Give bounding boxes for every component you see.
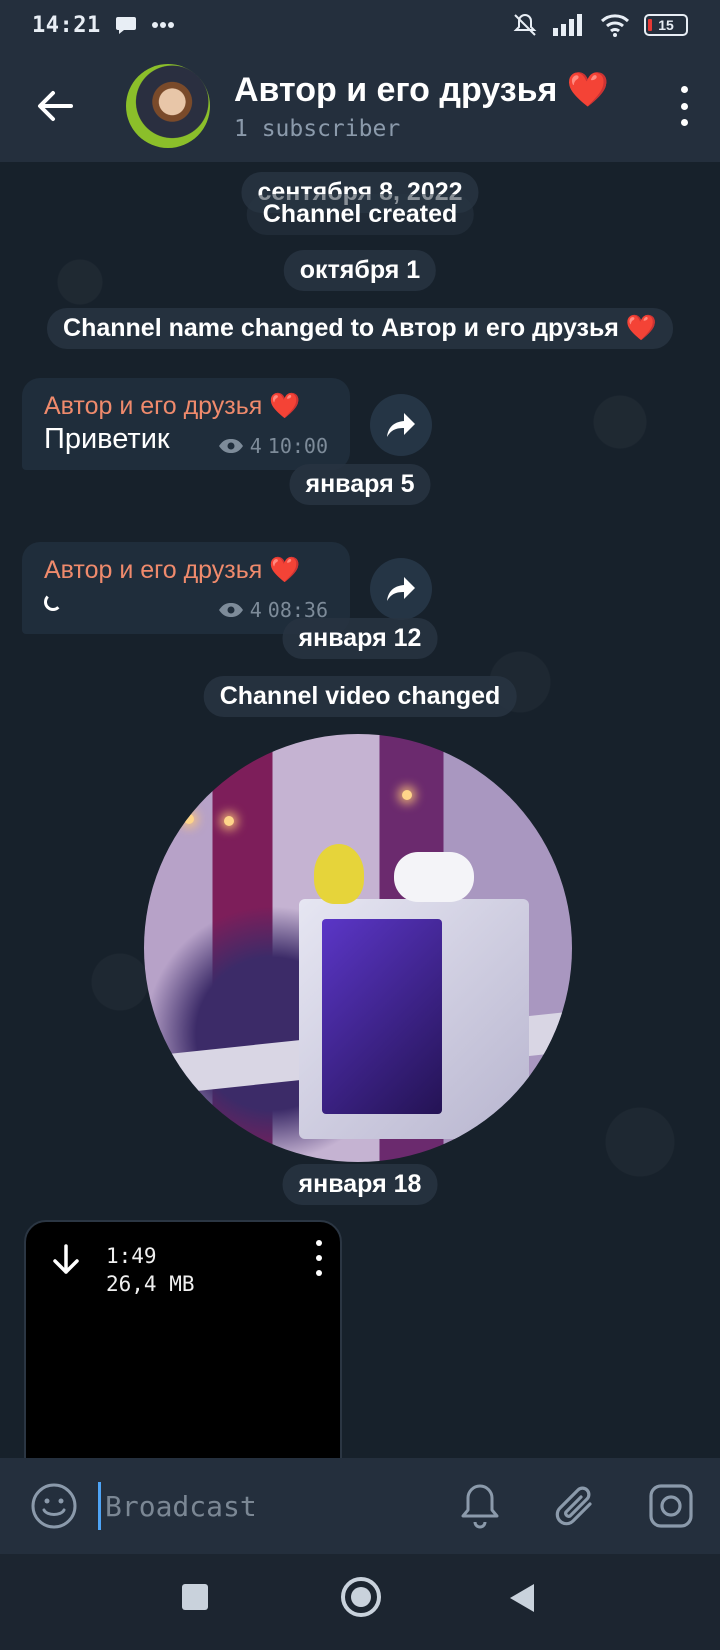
back-arrow-icon — [38, 91, 73, 121]
message-time: 10:00 — [267, 434, 328, 458]
dot-icon — [680, 86, 688, 93]
home-button[interactable] — [340, 1576, 382, 1618]
date-separator: января 18 — [282, 1164, 438, 1205]
message-input-bar — [0, 1458, 720, 1554]
system-nav-bar — [0, 1554, 720, 1650]
mute-icon — [513, 13, 537, 36]
dot-icon — [316, 1240, 322, 1246]
chat-bubble-icon — [115, 17, 136, 34]
dot-icon — [316, 1270, 322, 1276]
light-dot — [402, 790, 412, 800]
date-separator: января 5 — [289, 464, 431, 505]
dot-icon — [680, 119, 688, 126]
service-message: Channel name changed to Автор и его друз… — [47, 308, 673, 349]
download-button[interactable] — [52, 1244, 80, 1281]
duck-shape — [314, 844, 364, 904]
status-time: 14:21 — [32, 12, 101, 38]
dot-icon — [680, 102, 688, 110]
service-message: Channel video changed — [203, 676, 517, 717]
back-nav-button[interactable] — [508, 1582, 536, 1614]
back-button[interactable] — [0, 50, 110, 162]
chat-header: Автор и его друзья ❤️ 1 subscriber — [0, 50, 720, 162]
light-dot — [184, 814, 194, 824]
eye-icon — [218, 603, 243, 617]
video-duration: 1:49 — [106, 1244, 157, 1268]
channel-avatar[interactable] — [126, 64, 210, 148]
message-bubble[interactable]: Автор и его друзья ❤️ Приветик 4 10:00 — [22, 378, 350, 470]
channel-video-thumbnail[interactable] — [144, 734, 572, 1162]
bell-icon — [461, 1484, 499, 1529]
channel-info[interactable]: Автор и его друзья ❤️ 1 subscriber — [234, 70, 609, 142]
light-dot — [224, 816, 234, 826]
video-file-message[interactable]: 1:49 26,4 MB — [24, 1220, 342, 1458]
file-meta: 1:49 26,4 MB — [106, 1242, 195, 1298]
attach-button[interactable] — [554, 1482, 598, 1535]
forward-icon — [387, 413, 415, 437]
channel-title: Автор и его друзья ❤️ — [234, 71, 610, 109]
file-size: 26,4 MB — [106, 1272, 195, 1296]
back-triangle-icon — [510, 1584, 534, 1612]
recents-button[interactable] — [180, 1582, 210, 1612]
message-sender: Автор и его друзья ❤️ — [44, 392, 301, 420]
loading-spinner-icon — [44, 593, 62, 611]
broadcast-input[interactable] — [98, 1482, 418, 1530]
emoji-button[interactable] — [30, 1482, 78, 1535]
view-count: 4 — [249, 434, 262, 458]
wifi-icon — [600, 14, 630, 37]
signal-icon — [553, 14, 582, 36]
eye-icon — [218, 439, 243, 453]
chat-area[interactable]: сентября 8, 2022 Channel created октября… — [0, 162, 720, 1458]
subscriber-count: 1 subscriber — [234, 116, 401, 142]
battery-icon: 15 — [644, 14, 688, 36]
message-meta: 4 10:00 — [218, 434, 328, 458]
gamepad-shape — [394, 852, 474, 902]
message-sender: Автор и его друзья ❤️ — [44, 556, 301, 584]
view-count: 4 — [249, 598, 262, 622]
battery-level: 15 — [658, 17, 674, 33]
date-separator: января 12 — [282, 618, 438, 659]
emoji-icon — [31, 1483, 77, 1529]
paperclip-icon — [555, 1486, 592, 1526]
status-bar: 14:21 15 — [0, 0, 720, 50]
dot-icon — [316, 1255, 322, 1261]
cube-inner-shape — [322, 919, 442, 1114]
forward-icon — [387, 577, 415, 601]
camera-icon — [649, 1484, 693, 1528]
more-menu-button[interactable] — [674, 86, 694, 126]
file-menu-button[interactable] — [314, 1240, 324, 1276]
camera-button[interactable] — [648, 1482, 694, 1535]
silent-broadcast-button[interactable] — [460, 1482, 500, 1535]
square-icon — [182, 1584, 208, 1610]
forward-button[interactable] — [370, 394, 432, 456]
service-message: Channel created — [246, 194, 474, 235]
more-dots-icon — [151, 22, 174, 28]
home-circle-icon — [341, 1577, 381, 1617]
date-separator: октября 1 — [283, 250, 437, 291]
download-arrow-icon — [53, 1244, 79, 1274]
forward-button[interactable] — [370, 558, 432, 620]
